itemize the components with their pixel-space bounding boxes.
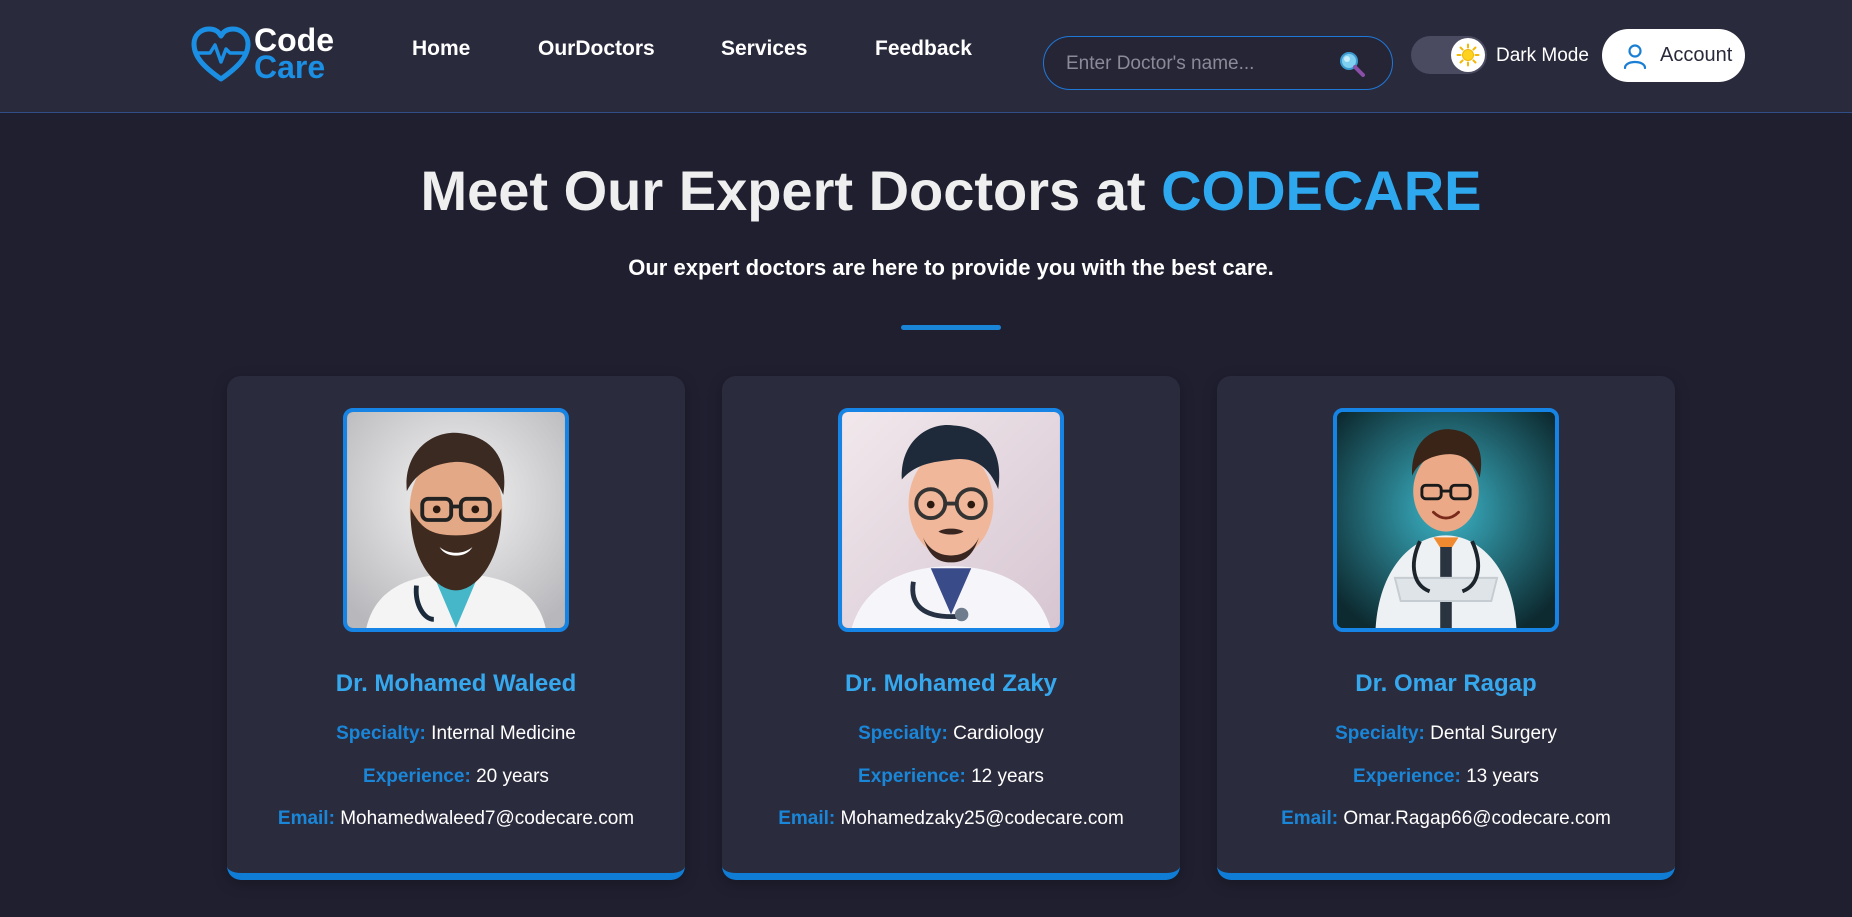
specialty-value: Cardiology xyxy=(953,723,1044,744)
doctor-photo xyxy=(343,408,569,632)
dark-mode-toggle[interactable] xyxy=(1411,36,1487,74)
specialty-value: Dental Surgery xyxy=(1430,723,1557,744)
page-title-text: Meet Our Expert Doctors at xyxy=(420,159,1162,222)
email-value[interactable]: Mohamedzaky25@codecare.com xyxy=(841,808,1124,829)
doctor-avatar-illustration xyxy=(347,412,565,628)
email-value[interactable]: Omar.Ragap66@codecare.com xyxy=(1343,808,1610,829)
doctor-card: Dr. Omar Ragap Specialty: Dental Surgery… xyxy=(1217,376,1675,880)
search-icon[interactable] xyxy=(1338,50,1366,78)
doctor-photo xyxy=(1333,408,1559,632)
heart-pulse-icon xyxy=(191,26,251,82)
doctor-avatar-illustration xyxy=(842,412,1060,628)
doctor-card: Dr. Mohamed Waleed Specialty: Internal M… xyxy=(227,376,685,880)
doctor-photo xyxy=(838,408,1064,632)
email-value[interactable]: Mohamedwaleed7@codecare.com xyxy=(340,808,634,829)
doctor-name: Dr. Omar Ragap xyxy=(1355,670,1537,697)
toggle-knob xyxy=(1451,38,1485,72)
specialty-label: Specialty: xyxy=(336,723,426,744)
experience-value: 20 years xyxy=(476,766,549,787)
experience-value: 12 years xyxy=(971,766,1044,787)
page-title-brand: CODECARE xyxy=(1161,159,1482,222)
email-label: Email: xyxy=(1281,808,1339,829)
specialty-label: Specialty: xyxy=(1335,723,1425,744)
navbar: Code Care Home OurDoctors Services Feedb… xyxy=(0,0,1852,113)
experience-label: Experience: xyxy=(858,766,966,787)
experience-value: 13 years xyxy=(1466,766,1539,787)
doctor-name: Dr. Mohamed Waleed xyxy=(335,670,577,697)
doctor-experience: Experience: 12 years xyxy=(722,766,1180,788)
specialty-label: Specialty: xyxy=(858,723,948,744)
user-icon xyxy=(1623,43,1647,69)
dark-mode-label: Dark Mode xyxy=(1496,45,1589,66)
page-title: Meet Our Expert Doctors at CODECARE xyxy=(0,158,1852,223)
experience-label: Experience: xyxy=(1353,766,1461,787)
experience-label: Experience: xyxy=(363,766,471,787)
doctor-specialty: Specialty: Cardiology xyxy=(722,723,1180,745)
doctor-email: Email: Mohamedwaleed7@codecare.com xyxy=(227,808,685,830)
sun-icon xyxy=(1456,43,1480,67)
page-subtitle: Our expert doctors are here to provide y… xyxy=(628,255,1274,280)
nav-services[interactable]: Services xyxy=(721,37,807,61)
email-label: Email: xyxy=(778,808,836,829)
doctor-avatar-illustration xyxy=(1337,412,1555,628)
doctor-specialty: Specialty: Dental Surgery xyxy=(1217,723,1675,745)
account-label: Account xyxy=(1660,44,1733,66)
doctor-card: Dr. Mohamed Zaky Specialty: Cardiology E… xyxy=(722,376,1180,880)
brand-line-2: Care xyxy=(254,49,326,85)
title-divider xyxy=(901,325,1001,330)
doctor-email: Email: Omar.Ragap66@codecare.com xyxy=(1217,808,1675,830)
doctor-experience: Experience: 13 years xyxy=(1217,766,1675,788)
nav-home[interactable]: Home xyxy=(412,37,470,61)
logo[interactable]: Code Care xyxy=(190,24,334,84)
search-input[interactable] xyxy=(1064,37,1338,90)
email-label: Email: xyxy=(277,808,335,829)
nav-our-doctors[interactable]: OurDoctors xyxy=(538,37,655,61)
nav-feedback[interactable]: Feedback xyxy=(875,37,972,61)
specialty-value: Internal Medicine xyxy=(431,723,576,744)
doctor-email: Email: Mohamedzaky25@codecare.com xyxy=(722,808,1180,830)
account-button[interactable]: Account xyxy=(1602,29,1745,82)
doctor-specialty: Specialty: Internal Medicine xyxy=(227,723,685,745)
doctor-name: Dr. Mohamed Zaky xyxy=(844,670,1058,697)
doctor-experience: Experience: 20 years xyxy=(227,766,685,788)
search-bar xyxy=(1043,36,1393,90)
